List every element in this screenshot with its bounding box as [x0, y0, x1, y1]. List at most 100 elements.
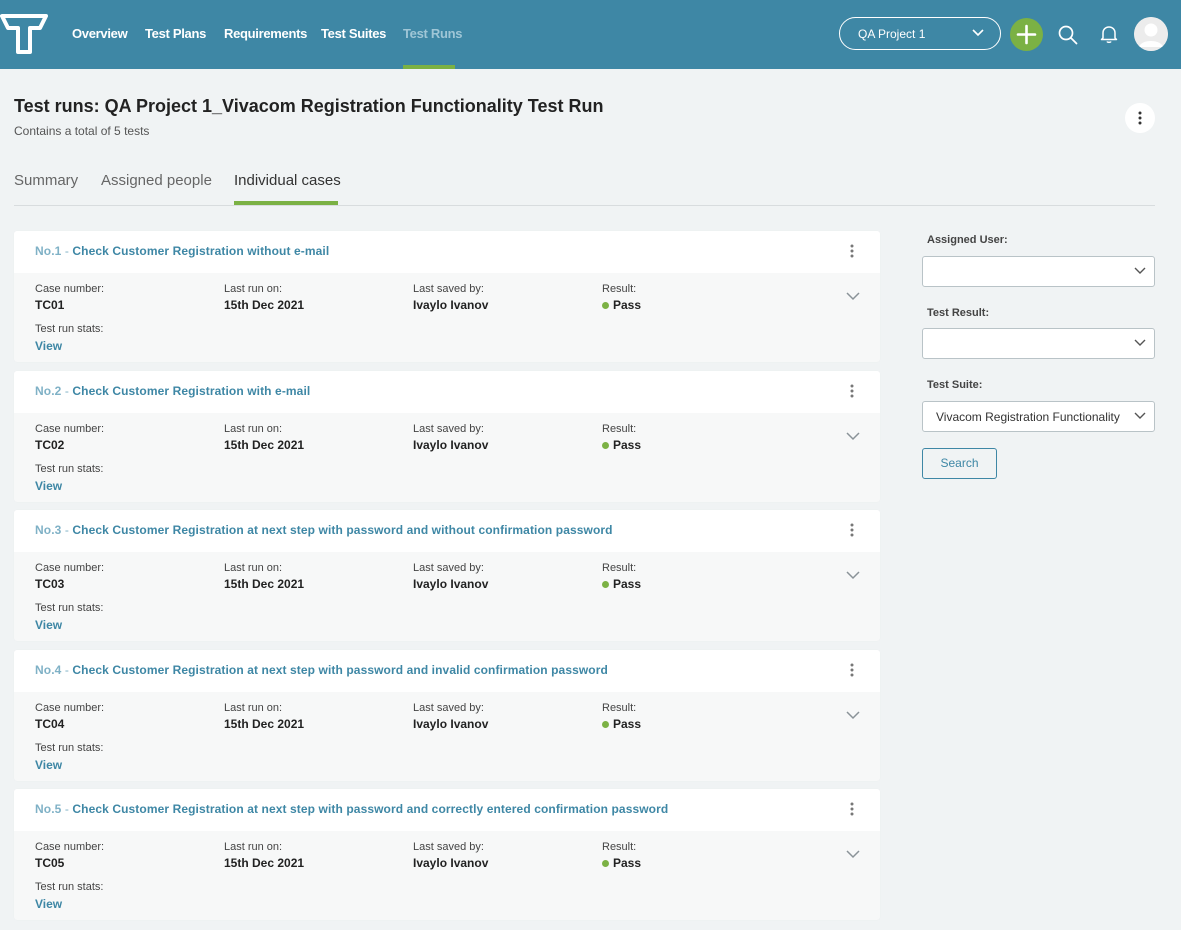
kebab-icon[interactable]: [846, 382, 858, 400]
logo-icon[interactable]: [0, 14, 48, 54]
test-result-select[interactable]: [922, 328, 1155, 359]
test-run-stats-label: Test run stats:: [35, 881, 104, 893]
test-run-stats-label: Test run stats:: [35, 742, 104, 754]
nav-item-test-suites[interactable]: Test Suites: [321, 26, 386, 41]
test-run-stats-label: Test run stats:: [35, 602, 104, 614]
last-run-value: 15th Dec 2021: [224, 856, 305, 870]
chevron-down-icon[interactable]: [845, 848, 861, 860]
view-stats-link[interactable]: View: [35, 897, 62, 911]
avatar-icon: [1134, 17, 1168, 51]
case-title-link[interactable]: No.1 - Check Customer Registration witho…: [35, 244, 329, 258]
view-stats-link[interactable]: View: [35, 758, 62, 772]
result-value: Pass: [613, 577, 642, 591]
page-title: Test runs: QA Project 1_Vivacom Registra…: [14, 96, 604, 116]
case-title-link[interactable]: No.3 - Check Customer Registration at ne…: [35, 523, 613, 537]
case-title-separator: -: [61, 802, 73, 816]
case-title-separator: -: [61, 384, 73, 398]
case-title-link[interactable]: No.2 - Check Customer Registration with …: [35, 384, 310, 398]
case-number-label: No.5: [35, 802, 62, 816]
last-run-label: Last run on:: [224, 283, 283, 295]
add-button[interactable]: [1010, 18, 1043, 51]
chevron-down-icon[interactable]: [845, 290, 861, 302]
last-run-value: 15th Dec 2021: [224, 717, 305, 731]
last-saved-value: Ivaylo Ivanov: [413, 717, 489, 731]
chevron-down-icon[interactable]: [845, 569, 861, 581]
case-number-label: No.3: [35, 523, 62, 537]
project-select[interactable]: QA Project 1: [839, 17, 1001, 50]
case-number-label: No.4: [35, 663, 62, 677]
chevron-down-icon: [1134, 412, 1146, 419]
assigned-user-select[interactable]: [922, 256, 1155, 287]
case-card: No.1 - Check Customer Registration witho…: [14, 231, 880, 362]
nav-item-requirements[interactable]: Requirements: [224, 26, 307, 41]
bell-icon[interactable]: [1099, 24, 1119, 44]
result-status-dot: [602, 581, 609, 588]
test-suite-value: Vivacom Registration Functionality: [936, 410, 1120, 424]
top-nav-bar: Overview Test Plans Requirements Test Su…: [0, 0, 1181, 69]
case-name: Check Customer Registration at next step…: [72, 802, 669, 816]
test-run-stats-label: Test run stats:: [35, 463, 104, 475]
case-card: No.4 - Check Customer Registration at ne…: [14, 650, 880, 781]
search-icon[interactable]: [1058, 25, 1078, 45]
case-card: No.2 - Check Customer Registration with …: [14, 371, 880, 502]
tab-assigned-people[interactable]: Assigned people: [101, 172, 212, 189]
kebab-icon[interactable]: [846, 661, 858, 679]
case-title-separator: -: [61, 244, 73, 258]
avatar[interactable]: [1134, 17, 1168, 51]
kebab-icon[interactable]: [846, 800, 858, 818]
search-button[interactable]: Search: [922, 448, 997, 479]
nav-item-test-runs[interactable]: Test Runs: [403, 26, 462, 41]
chevron-down-icon[interactable]: [845, 709, 861, 721]
case-title-link[interactable]: No.5 - Check Customer Registration at ne…: [35, 802, 668, 816]
result-label: Result:: [602, 702, 637, 714]
case-title-separator: -: [61, 523, 73, 537]
case-name: Check Customer Registration at next step…: [72, 523, 613, 537]
view-stats-link[interactable]: View: [35, 618, 62, 632]
page-subtitle: Contains a total of 5 tests: [14, 124, 150, 138]
case-number-field-label: Case number:: [35, 423, 105, 435]
result-value: Pass: [613, 438, 642, 452]
case-title-link[interactable]: No.4 - Check Customer Registration at ne…: [35, 663, 608, 677]
case-number-value: TC01: [35, 298, 65, 312]
case-number-value: TC04: [35, 717, 65, 731]
tab-summary[interactable]: Summary: [14, 172, 78, 189]
last-run-value: 15th Dec 2021: [224, 577, 305, 591]
view-stats-link[interactable]: View: [35, 479, 62, 493]
project-select-value: QA Project 1: [858, 27, 926, 41]
view-stats-link[interactable]: View: [35, 339, 62, 353]
case-name: Check Customer Registration with e-mail: [72, 384, 311, 398]
case-number-value: TC02: [35, 438, 65, 452]
case-card-header: No.5 - Check Customer Registration at ne…: [14, 789, 880, 831]
nav-item-overview[interactable]: Overview: [72, 26, 128, 41]
test-run-stats-label: Test run stats:: [35, 323, 104, 335]
result-label: Result:: [602, 562, 637, 574]
case-number-field-label: Case number:: [35, 841, 105, 853]
test-suite-select[interactable]: Vivacom Registration Functionality: [922, 401, 1155, 432]
chevron-down-icon: [972, 29, 984, 37]
result-value: Pass: [613, 298, 642, 312]
result-status-dot: [602, 302, 609, 309]
last-saved-label: Last saved by:: [413, 283, 484, 295]
chevron-down-icon[interactable]: [845, 430, 861, 442]
page-menu-button[interactable]: [1125, 103, 1155, 133]
case-card-header: No.4 - Check Customer Registration at ne…: [14, 650, 880, 692]
case-number-field-label: Case number:: [35, 283, 105, 295]
last-saved-value: Ivaylo Ivanov: [413, 298, 489, 312]
result-status-dot: [602, 721, 609, 728]
last-run-label: Last run on:: [224, 423, 283, 435]
kebab-icon[interactable]: [846, 242, 858, 260]
case-name: Check Customer Registration at next step…: [72, 663, 608, 677]
case-card-header: No.2 - Check Customer Registration with …: [14, 371, 880, 413]
test-suite-label: Test Suite:: [927, 379, 983, 391]
nav-active-indicator: [403, 65, 455, 69]
nav-item-test-plans[interactable]: Test Plans: [145, 26, 206, 41]
case-card: No.5 - Check Customer Registration at ne…: [14, 789, 880, 920]
last-saved-label: Last saved by:: [413, 841, 484, 853]
case-title-separator: -: [61, 663, 73, 677]
last-saved-label: Last saved by:: [413, 562, 484, 574]
chevron-down-icon: [1134, 339, 1146, 346]
kebab-icon[interactable]: [846, 521, 858, 539]
assigned-user-label: Assigned User:: [927, 234, 1008, 246]
tab-individual-cases[interactable]: Individual cases: [234, 172, 341, 189]
last-run-label: Last run on:: [224, 841, 283, 853]
